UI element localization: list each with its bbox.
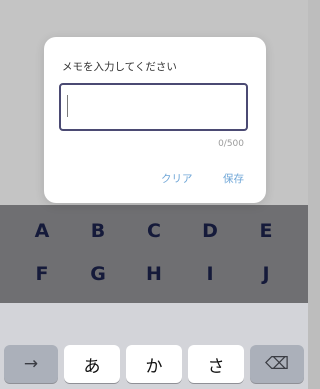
delete-key[interactable]: ⌫ — [250, 345, 304, 383]
letter-a[interactable]: A — [22, 220, 62, 242]
memo-input[interactable] — [59, 83, 248, 131]
letter-b[interactable]: B — [78, 220, 118, 242]
backspace-icon: ⌫ — [264, 354, 290, 374]
character-counter: 0/500 — [218, 139, 244, 149]
key-a-hiragana[interactable]: あ — [64, 345, 120, 383]
key-ka-hiragana[interactable]: か — [126, 345, 182, 383]
memo-dialog: メモを入力してください 0/500 クリア 保存 — [44, 37, 266, 203]
key-sa-hiragana[interactable]: さ — [188, 345, 244, 383]
text-caret — [67, 95, 68, 117]
next-key[interactable]: → — [4, 345, 58, 383]
letter-c[interactable]: C — [134, 220, 174, 242]
keyboard: → あ か さ ⌫ — [0, 303, 308, 389]
save-button[interactable]: 保存 — [223, 171, 244, 186]
dialog-title: メモを入力してください — [62, 61, 177, 73]
letter-f[interactable]: F — [22, 263, 62, 285]
letter-h[interactable]: H — [134, 263, 174, 285]
letter-j[interactable]: J — [246, 263, 286, 285]
letter-grid: A B C D E F G H I J — [0, 205, 308, 303]
letter-g[interactable]: G — [78, 263, 118, 285]
letter-e[interactable]: E — [246, 220, 286, 242]
letter-i[interactable]: I — [190, 263, 230, 285]
letter-d[interactable]: D — [190, 220, 230, 242]
clear-button[interactable]: クリア — [161, 171, 193, 186]
